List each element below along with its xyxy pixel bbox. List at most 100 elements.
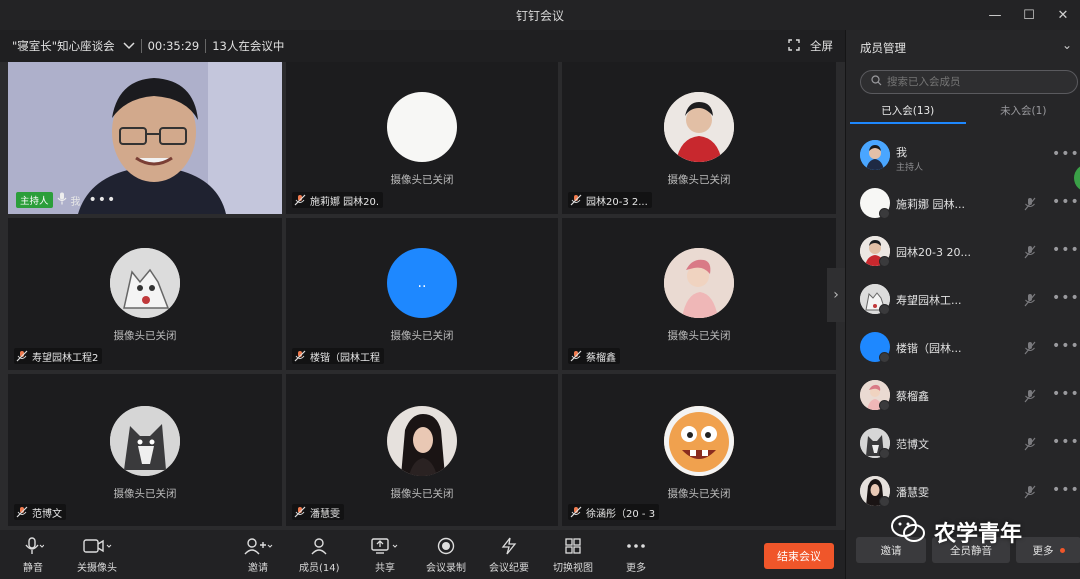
members-icon <box>309 536 329 556</box>
member-item[interactable]: 寿望园林工... ••• <box>846 280 1080 320</box>
more-icon[interactable]: ••• <box>89 192 117 208</box>
minimize-icon[interactable]: — <box>978 0 1012 30</box>
member-item[interactable]: 范博文 ••• <box>846 424 1080 464</box>
member-more-icon[interactable]: ••• <box>1052 482 1080 498</box>
next-page-chevron-icon[interactable]: › <box>827 268 845 322</box>
tile-name: 施莉娜 园林20. <box>310 196 380 208</box>
tile-nameplate: 寿望园林工程2 <box>14 348 103 364</box>
mic-off-icon <box>570 506 582 518</box>
participant-count: 13人在会议中 <box>212 39 285 53</box>
record-button[interactable]: 会议录制 <box>426 536 466 574</box>
member-more-icon[interactable]: ••• <box>1052 338 1080 354</box>
tile-nameplate: 范博文 <box>14 504 66 520</box>
meeting-duration: 00:35:29 <box>147 39 200 53</box>
mic-off-icon <box>570 350 582 362</box>
mute-button[interactable]: 静音 <box>22 536 44 574</box>
mic-icon[interactable] <box>57 192 67 208</box>
video-tile[interactable]: 摄像头已关闭 范博文 <box>8 374 282 526</box>
camera-off-status: 摄像头已关闭 <box>667 330 731 342</box>
video-tile[interactable]: 摄像头已关闭 潘慧雯 <box>286 374 558 526</box>
host-tag: 主持人 <box>16 192 53 208</box>
tile-name: 蔡榴鑫 <box>586 352 616 364</box>
member-name: 楼锴（园林... <box>896 342 962 355</box>
maximize-icon[interactable]: ☐ <box>1012 0 1046 30</box>
mic-off-icon[interactable] <box>1024 196 1036 215</box>
avatar <box>860 140 890 170</box>
grid-view-icon <box>564 536 582 556</box>
member-more-icon[interactable]: ••• <box>1052 194 1080 210</box>
meeting-window: 钉钉会议 — ☐ ✕ "寝室长"知心座谈会 00:35:29 13人在会议中 全… <box>0 0 1080 579</box>
video-tile[interactable]: 摄像头已关闭 施莉娜 园林20. <box>286 62 558 214</box>
more-button[interactable]: 更多 <box>626 536 646 574</box>
video-tile-self[interactable]: 主持人 我 ••• <box>8 62 282 214</box>
mic-off-icon[interactable] <box>1024 436 1036 455</box>
meeting-name[interactable]: "寝室长"知心座谈会 <box>12 38 115 54</box>
mic-off-icon <box>294 506 306 518</box>
minutes-button[interactable]: 会议纪要 <box>489 536 529 574</box>
mic-off-icon[interactable] <box>1024 292 1036 311</box>
member-more-icon[interactable]: ••• <box>1052 386 1080 402</box>
mic-off-icon <box>16 506 28 518</box>
mic-off-icon[interactable] <box>1024 340 1036 359</box>
video-tile[interactable]: .. 摄像头已关闭 楼锴（园林工程 <box>286 218 558 370</box>
switch-view-button[interactable]: 切换视图 <box>553 536 593 574</box>
member-more-icon[interactable]: ••• <box>1052 290 1080 306</box>
panel-more-button[interactable]: 更多 <box>1016 537 1080 563</box>
camera-off-badge-icon <box>879 400 890 411</box>
mic-off-icon[interactable] <box>1024 244 1036 263</box>
wechat-logo-icon <box>890 514 926 550</box>
video-grid: 主持人 我 ••• 摄像头已关闭 施莉娜 园林20. 摄像头已关闭 园林20-3… <box>0 62 845 530</box>
video-tile[interactable]: 摄像头已关闭 徐涵彤（20 - 3 <box>562 374 836 526</box>
member-name: 蔡榴鑫 <box>896 390 929 403</box>
camera-off-status: 摄像头已关闭 <box>667 488 731 500</box>
members-button[interactable]: 成员(14) <box>299 536 340 574</box>
invite-button[interactable]: 邀请 <box>243 536 273 574</box>
tile-name: 我 <box>70 196 81 208</box>
close-icon[interactable]: ✕ <box>1046 0 1080 30</box>
member-more-icon[interactable]: ••• <box>1052 146 1080 162</box>
member-tabs: 已入会(13) 未入会(1) <box>850 100 1080 124</box>
member-item[interactable]: 潘慧雯 ••• <box>846 472 1080 512</box>
tile-nameplate: 蔡榴鑫 <box>568 348 620 364</box>
record-icon <box>437 536 455 556</box>
collapse-chevron-icon[interactable]: ⌄ <box>1062 38 1072 52</box>
member-more-icon[interactable]: ••• <box>1052 434 1080 450</box>
share-button[interactable]: 共享 <box>370 536 400 574</box>
video-tile[interactable]: 摄像头已关闭 蔡榴鑫 <box>562 218 836 370</box>
tile-nameplate: 施莉娜 园林20. <box>292 192 384 208</box>
mic-off-icon <box>570 194 582 206</box>
watermark: 农学青年 <box>890 514 1022 550</box>
search-input[interactable] <box>887 76 1067 88</box>
end-meeting-button[interactable]: 结束会议 <box>764 543 834 569</box>
tile-name: 园林20-3 2... <box>586 196 648 208</box>
tile-name: 寿望园林工程2 <box>32 352 99 364</box>
tile-name: 楼锴（园林工程 <box>310 352 380 364</box>
avatar <box>664 92 734 162</box>
member-more-icon[interactable]: ••• <box>1052 242 1080 258</box>
mic-off-icon[interactable] <box>1024 484 1036 503</box>
minutes-icon <box>499 536 519 556</box>
video-tile[interactable]: 摄像头已关闭 园林20-3 2... <box>562 62 836 214</box>
avatar <box>664 248 734 318</box>
camera-off-status: 摄像头已关闭 <box>667 174 731 186</box>
camera-off-badge-icon <box>879 496 890 507</box>
chevron-down-icon[interactable] <box>123 39 135 53</box>
watermark-text: 农学青年 <box>934 522 1023 547</box>
camera-toggle-button[interactable]: 关摄像头 <box>77 536 117 574</box>
tab-joined[interactable]: 已入会(13) <box>850 100 966 124</box>
meeting-info-bar: "寝室长"知心座谈会 00:35:29 13人在会议中 全屏 <box>0 30 845 62</box>
member-item[interactable]: 蔡榴鑫 ••• <box>846 376 1080 416</box>
member-item[interactable]: 施莉娜 园林... ••• <box>846 184 1080 224</box>
tile-nameplate: 潘慧雯 <box>292 504 344 520</box>
member-item[interactable]: 楼锴（园林... ••• <box>846 328 1080 368</box>
mic-off-icon[interactable] <box>1024 388 1036 407</box>
member-search[interactable] <box>860 70 1078 94</box>
tab-not-joined[interactable]: 未入会(1) <box>966 100 1080 124</box>
member-item[interactable]: 我 主持人 ••• <box>846 136 1080 176</box>
video-tile[interactable]: 摄像头已关闭 寿望园林工程2 <box>8 218 282 370</box>
tile-name: 范博文 <box>32 508 62 520</box>
fullscreen-button[interactable]: 全屏 <box>788 30 833 62</box>
camera-off-badge-icon <box>879 256 890 267</box>
member-item[interactable]: 园林20-3 20... ••• <box>846 232 1080 272</box>
tile-name: 徐涵彤（20 - 3 <box>586 508 656 520</box>
